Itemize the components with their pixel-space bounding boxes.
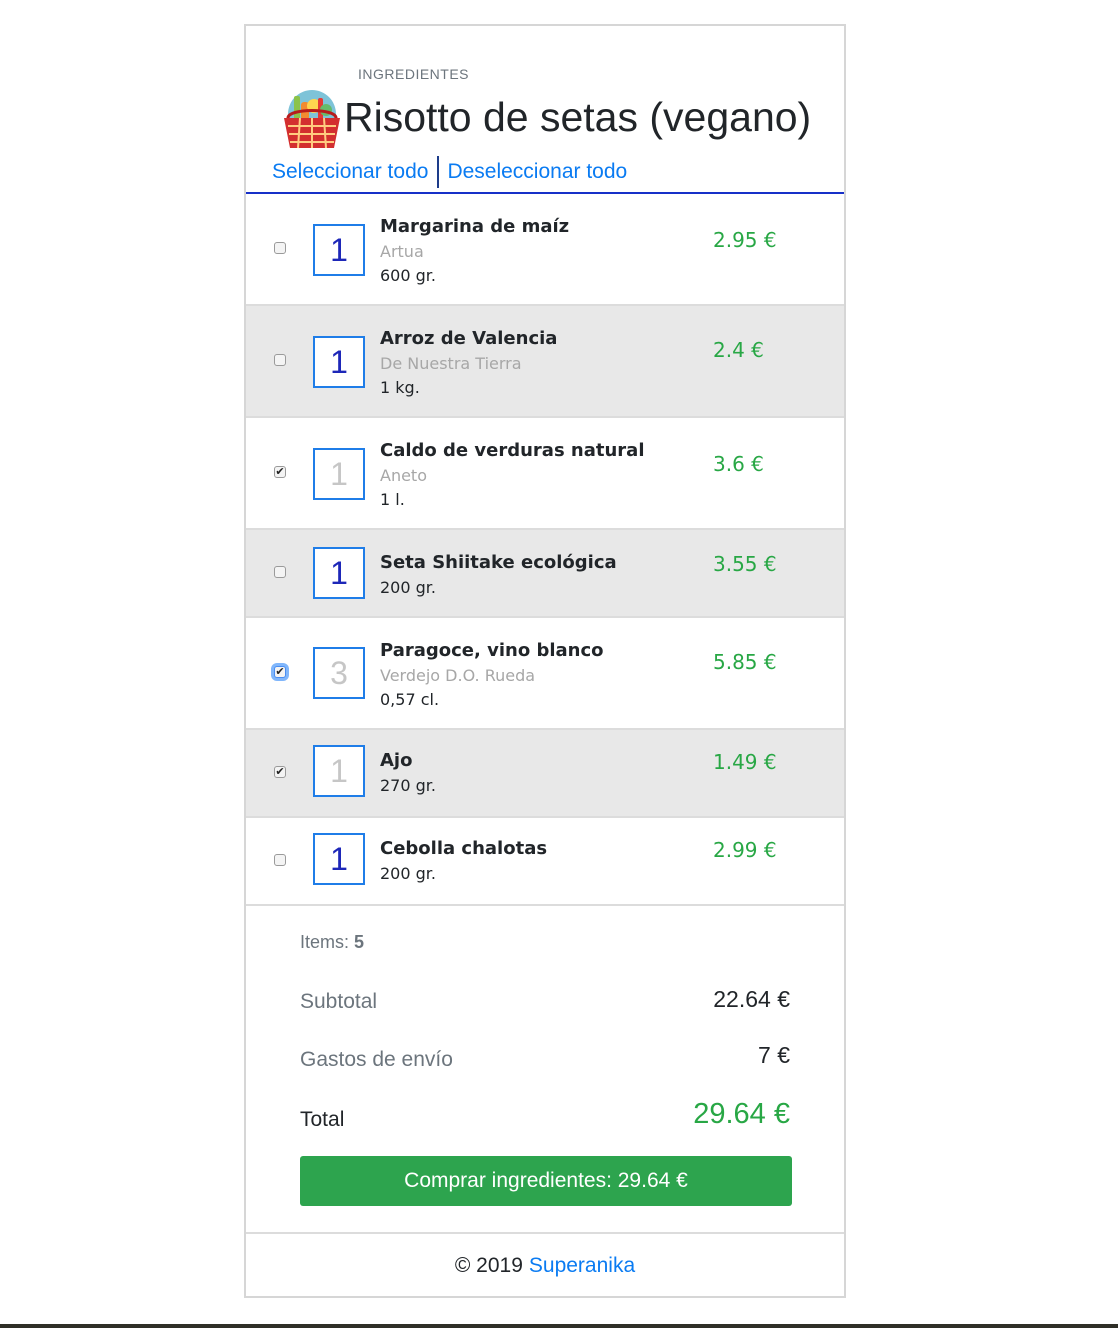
ingredient-checkbox[interactable]: [274, 354, 286, 366]
subtotal-label: Subtotal: [300, 990, 378, 1013]
card-header: INGREDIENTES Risotto de setas (vegano) S…: [246, 26, 844, 194]
ingredient-size: 0,57 cl.: [380, 690, 440, 709]
ingredient-name: Arroz de Valencia: [380, 328, 558, 349]
subtotal-value: 22.64 €: [713, 986, 790, 1012]
shipping-label: Gastos de envío: [300, 1048, 453, 1071]
selection-links: Seleccionar todo Deseleccionar todo: [272, 156, 627, 188]
recipe-card: INGREDIENTES Risotto de setas (vegano) S…: [244, 24, 846, 1298]
ingredient-price: 5.85 €: [713, 650, 777, 674]
ingredient-name: Caldo de verduras natural: [380, 440, 645, 461]
ingredient-brand: Aneto: [380, 466, 427, 485]
ingredient-size: 200 gr.: [380, 864, 436, 883]
ingredient-size: 1 l.: [380, 490, 405, 509]
ingredient-size: 270 gr.: [380, 776, 436, 795]
ingredient-name: Seta Shiitake ecológica: [380, 552, 617, 573]
ingredient-info: Ajo 270 gr.: [380, 750, 436, 795]
ingredient-row: ✔ 1 Caldo de verduras natural Aneto 1 l.…: [246, 418, 844, 530]
ingredient-name: Margarina de maíz: [380, 216, 570, 237]
page-bottom-border: [0, 1324, 1118, 1328]
ingredient-info: Cebolla chalotas 200 gr.: [380, 838, 547, 883]
page-title: Risotto de setas (vegano): [344, 94, 812, 140]
shipping-value: 7 €: [758, 1042, 790, 1068]
ingredient-size: 1 kg.: [380, 378, 420, 397]
ingredient-checkbox[interactable]: [274, 242, 286, 254]
ingredient-info: Arroz de Valencia De Nuestra Tierra 1 kg…: [380, 328, 557, 397]
ingredient-row: 1 Seta Shiitake ecológica 200 gr. 3.55 €: [246, 530, 844, 618]
ingredient-name: Ajo: [380, 750, 413, 771]
ingredient-price: 3.6 €: [713, 452, 764, 476]
section-subtitle: INGREDIENTES: [358, 66, 470, 82]
ingredient-size: 600 gr.: [380, 266, 436, 285]
deselect-all-link[interactable]: Deseleccionar todo: [447, 160, 627, 184]
ingredient-row: 1 Cebolla chalotas 200 gr. 2.99 €: [246, 818, 844, 906]
links-divider: [437, 156, 440, 188]
quantity-input[interactable]: 3: [313, 647, 365, 699]
select-all-link[interactable]: Seleccionar todo: [272, 160, 428, 184]
total-value: 29.64 €: [693, 1098, 790, 1130]
ingredient-price: 2.99 €: [713, 838, 777, 862]
ingredient-brand: De Nuestra Tierra: [380, 354, 522, 373]
ingredient-info: Seta Shiitake ecológica 200 gr.: [380, 552, 617, 597]
ingredient-info: Paragoce, vino blanco Verdejo D.O. Rueda…: [380, 640, 604, 709]
footer: © 2019 Superanika: [246, 1232, 844, 1298]
quantity-input[interactable]: 1: [313, 336, 365, 388]
ingredient-size: 200 gr.: [380, 578, 436, 597]
superanika-link[interactable]: Superanika: [529, 1254, 635, 1278]
ingredient-price: 2.4 €: [713, 338, 764, 362]
ingredient-checkbox-checked[interactable]: ✔: [274, 466, 286, 478]
ingredient-price: 2.95 €: [713, 228, 777, 252]
ingredient-row: ✔ 3 Paragoce, vino blanco Verdejo D.O. R…: [246, 618, 844, 730]
ingredient-checkbox[interactable]: [274, 854, 286, 866]
ingredient-checkbox-checked[interactable]: ✔: [274, 666, 286, 678]
shopping-basket-icon: [284, 90, 340, 149]
total-label: Total: [300, 1108, 345, 1131]
ingredient-row: 1 Margarina de maíz Artua 600 gr. 2.95 €: [246, 194, 844, 306]
ingredient-price: 3.55 €: [713, 552, 777, 576]
items-label: Items:: [300, 932, 350, 952]
copyright-text: © 2019: [454, 1254, 523, 1277]
ingredient-checkbox[interactable]: [274, 566, 286, 578]
ingredient-name: Paragoce, vino blanco: [380, 640, 604, 661]
ingredient-list: 1 Margarina de maíz Artua 600 gr. 2.95 €…: [246, 194, 844, 906]
ingredient-row: ✔ 1 Ajo 270 gr. 1.49 €: [246, 730, 844, 818]
order-summary: Items: 5 Subtotal 22.64 € Gastos de enví…: [246, 902, 844, 1232]
ingredient-brand: Artua: [380, 242, 424, 261]
ingredient-info: Caldo de verduras natural Aneto 1 l.: [380, 440, 645, 509]
quantity-input[interactable]: 1: [313, 547, 365, 599]
quantity-input[interactable]: 1: [313, 448, 365, 500]
quantity-input[interactable]: 1: [313, 833, 365, 885]
ingredient-brand: Verdejo D.O. Rueda: [380, 666, 536, 685]
items-count-line: Items: 5: [300, 932, 364, 953]
items-count: 5: [354, 932, 365, 952]
ingredient-name: Cebolla chalotas: [380, 838, 548, 859]
ingredient-price: 1.49 €: [713, 750, 777, 774]
ingredient-info: Margarina de maíz Artua 600 gr.: [380, 216, 569, 285]
ingredient-row: 1 Arroz de Valencia De Nuestra Tierra 1 …: [246, 306, 844, 418]
quantity-input[interactable]: 1: [313, 224, 365, 276]
buy-ingredients-button[interactable]: Comprar ingredientes: 29.64 €: [300, 1156, 792, 1206]
quantity-input[interactable]: 1: [313, 745, 365, 797]
ingredient-checkbox-checked[interactable]: ✔: [274, 766, 286, 778]
